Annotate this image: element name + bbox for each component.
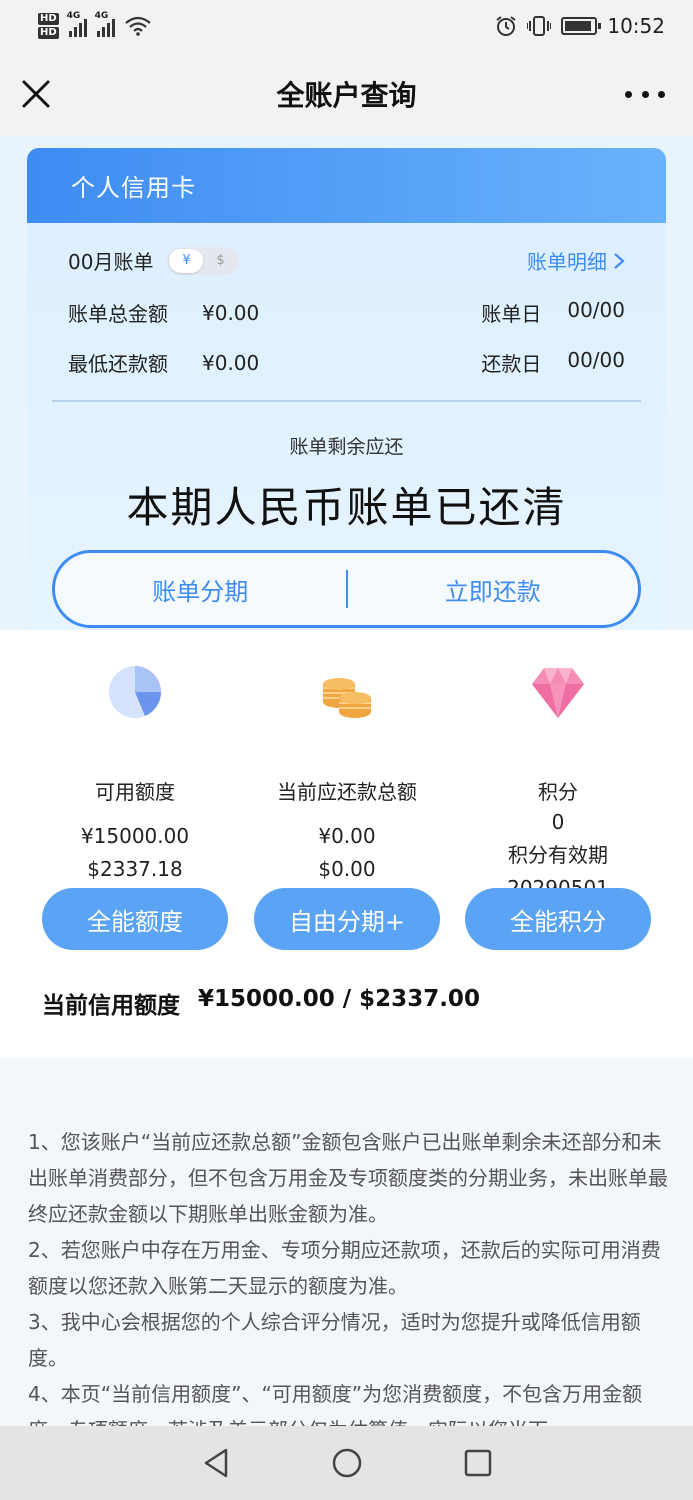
available-limit-cny: ¥15000.00	[80, 824, 190, 848]
more-dot	[658, 90, 665, 98]
more-icon[interactable]	[625, 82, 665, 106]
repay-now-button[interactable]: 立即还款	[348, 572, 639, 607]
total-value: ¥0.00	[202, 300, 260, 325]
back-icon[interactable]	[196, 1443, 236, 1483]
note-item: 3、我中心会根据您的个人综合评分情况，适时为您提升或降低信用额度。	[28, 1310, 641, 1370]
navigation-bar	[0, 1426, 693, 1500]
due-day-group: 还款日 00/00	[481, 348, 625, 377]
coins-icon	[232, 662, 462, 722]
close-icon[interactable]	[20, 78, 52, 110]
card-area: 个人信用卡 00月账单 ¥ $ 账单明细 账单总金额 ¥0.00 账单日 00/…	[0, 136, 693, 630]
pie-chart-icon	[20, 662, 250, 722]
alarm-icon	[496, 16, 516, 36]
all-points-button[interactable]: 全能积分	[465, 888, 651, 950]
divider	[52, 400, 641, 402]
available-limit-usd: $2337.18	[87, 857, 183, 881]
total-label: 账单总金额	[68, 302, 168, 326]
status-bar: HD HD 4G 4G 10:52	[0, 0, 693, 52]
card-header: 个人信用卡	[27, 148, 666, 223]
notes-list: 1、您该账户“当前应还款总额”金额包含账户已出账单剩余未还部分和未出账单消费部分…	[28, 1124, 668, 1426]
notes-section: 1、您该账户“当前应还款总额”金额包含账户已出账单剩余未还部分和未出账单消费部分…	[0, 1058, 693, 1426]
installment-button[interactable]: 账单分期	[55, 572, 346, 607]
remain-label: 账单剩余应还	[289, 436, 404, 458]
sim-indicators: HD HD	[38, 13, 59, 39]
wifi-icon	[124, 16, 151, 36]
bill-day-group: 账单日 00/00	[481, 298, 625, 327]
note-item: 4、本页“当前信用额度”、“可用额度”为您消费额度，不包含万用金额度、专项额度，…	[28, 1382, 643, 1426]
title-bar: 全账户查询	[0, 52, 693, 136]
bill-detail-label: 账单明细	[527, 250, 607, 274]
action-pill: 账单分期 立即还款	[52, 550, 641, 628]
currency-cny-option[interactable]: ¥	[169, 248, 204, 273]
signal-1-icon: 4G	[67, 11, 87, 37]
bill-total-row: 账单总金额 ¥0.00 账单日 00/00	[68, 298, 625, 327]
status-left: HD HD 4G 4G	[38, 11, 151, 39]
due-total-cny: ¥0.00	[318, 824, 376, 848]
home-icon[interactable]	[327, 1443, 367, 1483]
recents-icon[interactable]	[458, 1443, 498, 1483]
diamond-icon	[443, 662, 673, 722]
status-time: 10:52	[607, 14, 665, 38]
net1-label: 4G	[66, 11, 81, 21]
min-label: 最低还款额	[68, 352, 168, 376]
available-limit-values: ¥15000.00 $2337.18	[20, 820, 250, 886]
status-right: 10:52	[495, 14, 665, 38]
due-total-usd: $0.00	[318, 857, 376, 881]
due-total-column: 当前应还款总额 ¥0.00 $0.00	[232, 662, 462, 886]
min-payment-row: 最低还款额 ¥0.00 还款日 00/00	[68, 348, 625, 377]
signal-2-icon: 4G	[95, 11, 115, 37]
all-limit-button[interactable]: 全能额度	[42, 888, 228, 950]
currency-usd-option[interactable]: $	[203, 249, 237, 273]
current-credit-limit: 当前信用额度 ¥15000.00 / $2337.00	[42, 986, 480, 1020]
available-limit-title: 可用额度	[95, 780, 175, 804]
available-limit-column: 可用额度 ¥15000.00 $2337.18	[20, 662, 250, 886]
min-value: ¥0.00	[202, 350, 260, 375]
credit-limit-value: ¥15000.00 / $2337.00	[198, 986, 480, 1012]
bill-month-row: 00月账单 ¥ $ 账单明细	[68, 246, 625, 275]
note-item: 2、若您账户中存在万用金、专项分期应还款项，还款后的实际可用消费额度以您还款入账…	[28, 1238, 661, 1298]
bill-day-label: 账单日	[481, 302, 542, 326]
points-value: 0	[551, 810, 565, 834]
bill-detail-link[interactable]: 账单明细	[527, 246, 625, 275]
due-day-value: 00/00	[567, 348, 625, 372]
points-expiry-label: 积分有效期	[508, 843, 608, 867]
battery-icon	[561, 17, 602, 35]
more-dot	[625, 90, 632, 98]
remain-status: 本期人民币账单已还清	[126, 483, 567, 532]
due-total-title: 当前应还款总额	[277, 780, 417, 804]
chevron-right-icon	[614, 252, 625, 269]
points-column: 积分 0 积分有效期 20290501	[443, 662, 673, 905]
page-title: 全账户查询	[276, 79, 417, 112]
note-item: 1、您该账户“当前应还款总额”金额包含账户已出账单剩余未还部分和未出账单消费部分…	[28, 1130, 668, 1226]
sim2-label: HD	[38, 27, 59, 39]
due-day-label: 还款日	[481, 352, 542, 376]
currency-toggle[interactable]: ¥ $	[167, 246, 240, 275]
credit-limit-label: 当前信用额度	[42, 993, 180, 1019]
vibrate-icon	[527, 16, 552, 36]
free-installment-button[interactable]: 自由分期+	[254, 888, 440, 950]
credit-card-panel: 个人信用卡 00月账单 ¥ $ 账单明细 账单总金额 ¥0.00 账单日 00/…	[27, 148, 666, 630]
points-title: 积分	[538, 780, 578, 804]
bill-month: 00月账单	[68, 250, 154, 274]
info-section: 可用额度 ¥15000.00 $2337.18 当前应还款总额 ¥0.00 $0…	[0, 630, 693, 1058]
more-dot	[641, 90, 649, 98]
bill-day-value: 00/00	[567, 298, 625, 322]
net2-label: 4G	[94, 11, 109, 21]
sim1-label: HD	[38, 13, 59, 25]
due-total-values: ¥0.00 $0.00	[232, 820, 462, 886]
